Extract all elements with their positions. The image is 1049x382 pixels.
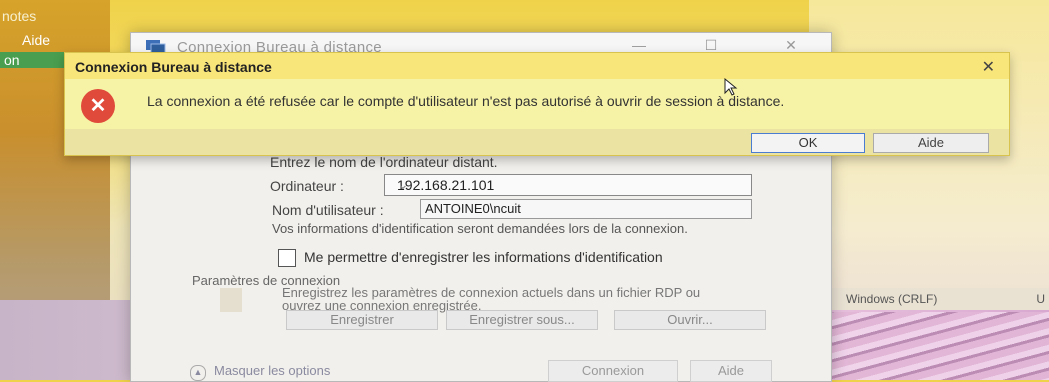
remember-credentials-checkbox[interactable]	[278, 249, 296, 267]
save-button[interactable]: Enregistrer	[286, 310, 438, 330]
save-as-button[interactable]: Enregistrer sous...	[446, 310, 598, 330]
username-field[interactable]: ANTOINE0\ncuit	[420, 199, 752, 219]
ok-button[interactable]: OK	[751, 133, 865, 153]
computer-label: Ordinateur :	[270, 178, 344, 194]
bg-menu-aide[interactable]: Aide	[22, 32, 50, 48]
encoding-status[interactable]: U	[1036, 292, 1045, 306]
error-message: La connexion a été refusée car le compte…	[147, 93, 785, 109]
help-button[interactable]: Aide	[690, 360, 772, 382]
editor-status-bar: Windows (CRLF) U	[820, 288, 1049, 310]
bg-menu-notes[interactable]: notes	[2, 8, 36, 24]
chevron-down-icon[interactable]: ⌄	[397, 176, 743, 193]
wallpaper-stripes	[800, 312, 1049, 380]
hide-options-toggle[interactable]: ▲ Masquer les options	[190, 363, 330, 381]
hide-options-label: Masquer les options	[214, 363, 331, 378]
rdp-file-icon	[220, 288, 242, 312]
error-dialog-title: Connexion Bureau à distance	[75, 59, 272, 75]
username-label: Nom d'utilisateur :	[272, 202, 384, 218]
username-value: ANTOINE0\ncuit	[425, 201, 521, 216]
intro-text: Entrez le nom de l'ordinateur distant.	[270, 154, 498, 170]
remember-credentials-label[interactable]: Me permettre d'enregistrer les informati…	[304, 249, 663, 265]
error-dialog-titlebar[interactable]: Connexion Bureau à distance ✕	[65, 53, 1009, 79]
line-ending-status[interactable]: Windows (CRLF)	[846, 292, 937, 306]
settings-description: Enregistrez les paramètres de connexion …	[282, 285, 701, 313]
computer-combobox[interactable]: 192.168.21.101 ⌄	[384, 174, 752, 196]
error-help-button[interactable]: Aide	[873, 133, 989, 153]
open-button[interactable]: Ouvrir...	[614, 310, 766, 330]
connect-button[interactable]: Connexion	[548, 360, 678, 382]
chevron-up-icon: ▲	[190, 365, 206, 381]
mouse-cursor-icon	[724, 78, 738, 96]
error-x-icon: ✕	[81, 89, 115, 123]
credentials-info: Vos informations d'identification seront…	[272, 221, 688, 236]
close-icon[interactable]: ✕	[982, 57, 995, 77]
error-dialog: Connexion Bureau à distance ✕ ✕ La conne…	[64, 52, 1010, 156]
error-dialog-footer: OK Aide	[65, 129, 1009, 155]
